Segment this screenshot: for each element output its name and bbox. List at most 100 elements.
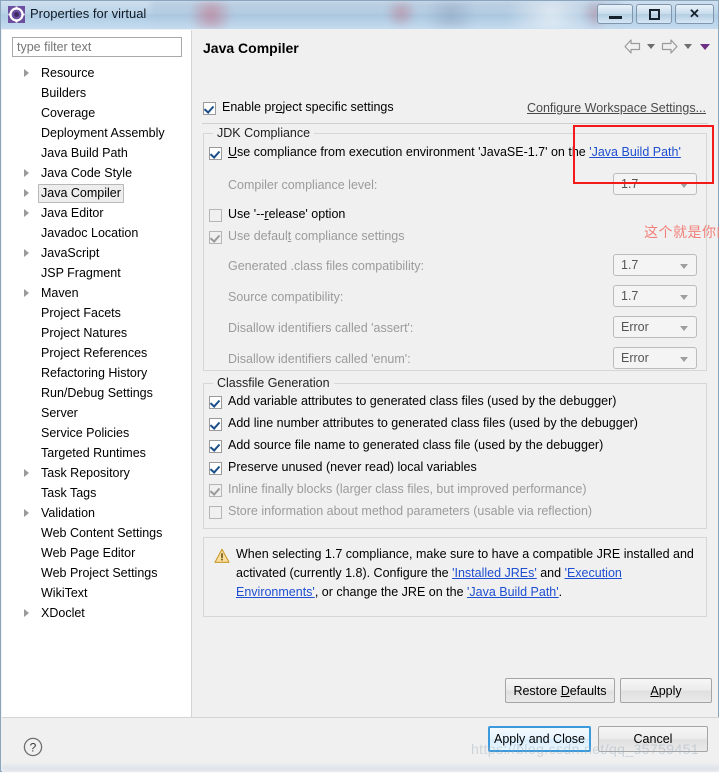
sidebar-item-builders[interactable]: Builders xyxy=(2,83,191,103)
chevron-down-icon xyxy=(680,264,688,269)
sidebar-item-web-content-settings[interactable]: Web Content Settings xyxy=(2,523,191,543)
sidebar-item-java-compiler[interactable]: Java Compiler xyxy=(2,183,191,203)
sidebar-item-server[interactable]: Server xyxy=(2,403,191,423)
navigation-controls[interactable] xyxy=(624,39,712,54)
sidebar-item-label: Targeted Runtimes xyxy=(41,446,146,460)
warning-part3: , or change the JRE on the xyxy=(314,585,467,599)
classfile-option-checkbox[interactable] xyxy=(209,396,222,409)
sidebar-item-java-build-path[interactable]: Java Build Path xyxy=(2,143,191,163)
chevron-down-icon xyxy=(680,295,688,300)
back-dropdown-icon[interactable] xyxy=(647,44,655,49)
help-question-icon[interactable]: ? xyxy=(23,737,43,757)
sidebar-item-deployment-assembly[interactable]: Deployment Assembly xyxy=(2,123,191,143)
sidebar-item-targeted-runtimes[interactable]: Targeted Runtimes xyxy=(2,443,191,463)
compiler-compliance-level-combo[interactable]: 1.7 xyxy=(613,173,697,195)
cancel-button[interactable]: Cancel xyxy=(598,726,708,752)
classfile-option-label: Inline finally blocks (larger class file… xyxy=(228,482,587,496)
sidebar-item-java-editor[interactable]: Java Editor xyxy=(2,203,191,223)
settings-tree[interactable]: Resource Builders Coverage Deployment Assem… xyxy=(2,63,191,703)
sidebar-item-service-policies[interactable]: Service Policies xyxy=(2,423,191,443)
sidebar-item-label: Web Project Settings xyxy=(41,566,158,580)
expand-arrow-icon[interactable] xyxy=(24,469,29,477)
expand-arrow-icon[interactable] xyxy=(24,69,29,77)
eclipse-properties-icon xyxy=(8,6,25,23)
back-arrow-icon[interactable] xyxy=(624,39,641,54)
installed-jres-link[interactable]: 'Installed JREs' xyxy=(452,566,537,580)
classfile-option-checkbox[interactable] xyxy=(209,440,222,453)
sidebar-item-run-debug-settings[interactable]: Run/Debug Settings xyxy=(2,383,191,403)
expand-arrow-icon[interactable] xyxy=(24,509,29,517)
sidebar-item-refactoring-history[interactable]: Refactoring History xyxy=(2,363,191,383)
sidebar-item-resource[interactable]: Resource xyxy=(2,63,191,83)
sidebar-item-label: Server xyxy=(41,406,78,420)
apply-and-close-button[interactable]: Apply and Close xyxy=(488,726,591,752)
enable-project-specific-checkbox[interactable] xyxy=(203,102,216,115)
sidebar-item-javascript[interactable]: JavaScript xyxy=(2,243,191,263)
expand-arrow-icon[interactable] xyxy=(24,169,29,177)
enable-project-specific-row: Enable project specific settings Configu… xyxy=(203,100,707,120)
sidebar-item-label: Javadoc Location xyxy=(41,226,139,240)
sidebar-item-label: Task Repository xyxy=(41,466,130,480)
classfile-generation-group: Classfile Generation Add variable attrib… xyxy=(203,376,707,529)
classfile-option-checkbox[interactable] xyxy=(209,484,222,497)
classfile-option-checkbox[interactable] xyxy=(209,462,222,475)
expand-arrow-icon[interactable] xyxy=(24,209,29,217)
classfile-option-row: Store information about method parameter… xyxy=(209,504,699,524)
header-separator xyxy=(202,123,708,124)
expand-arrow-icon[interactable] xyxy=(24,289,29,297)
use-release-option-checkbox[interactable] xyxy=(209,209,222,222)
disallow-enum-label: Disallow identifiers called 'enum': xyxy=(228,352,411,366)
expand-arrow-icon[interactable] xyxy=(24,609,29,617)
disallow-assert-combo[interactable]: Error xyxy=(613,316,697,338)
sidebar-item-validation[interactable]: Validation xyxy=(2,503,191,523)
sidebar-item-jsp-fragment[interactable]: JSP Fragment xyxy=(2,263,191,283)
use-execution-env-checkbox[interactable] xyxy=(209,147,222,160)
classfile-option-checkbox[interactable] xyxy=(209,418,222,431)
java-build-path-link-top[interactable]: 'Java Build Path' xyxy=(589,145,681,159)
sidebar-item-maven[interactable]: Maven xyxy=(2,283,191,303)
sidebar-item-label: JavaScript xyxy=(41,246,100,260)
apply-button[interactable]: Apply xyxy=(620,678,712,703)
sidebar-item-task-tags[interactable]: Task Tags xyxy=(2,483,191,503)
view-menu-icon[interactable] xyxy=(700,43,710,50)
sidebar-item-wikitext[interactable]: WikiText xyxy=(2,583,191,603)
minimize-button[interactable] xyxy=(597,4,633,24)
sidebar-item-label: WikiText xyxy=(41,586,88,600)
filter-input[interactable] xyxy=(12,37,182,57)
close-button[interactable]: ✕ xyxy=(675,4,714,24)
maximize-icon xyxy=(648,8,660,20)
forward-arrow-icon[interactable] xyxy=(661,39,678,54)
disallow-enum-combo[interactable]: Error xyxy=(613,347,697,369)
sidebar-item-task-repository[interactable]: Task Repository xyxy=(2,463,191,483)
configure-workspace-settings-link[interactable]: Configure Workspace Settings... xyxy=(527,101,706,115)
restore-defaults-button[interactable]: Restore Defaults xyxy=(505,678,615,703)
java-build-path-link-warning[interactable]: 'Java Build Path' xyxy=(467,585,559,599)
warning-triangle-icon xyxy=(214,548,230,563)
warning-part4: . xyxy=(558,585,563,599)
page-title: Java Compiler xyxy=(203,40,299,56)
use-release-option-label: Use '--release' option xyxy=(228,207,346,221)
minimize-icon xyxy=(608,15,622,19)
use-exec-text: se compliance from execution environment… xyxy=(237,145,590,159)
forward-dropdown-icon[interactable] xyxy=(684,44,692,49)
generated-class-compat-combo[interactable]: 1.7 xyxy=(613,254,697,276)
classfile-option-checkbox[interactable] xyxy=(209,506,222,519)
sidebar-item-javadoc-location[interactable]: Javadoc Location xyxy=(2,223,191,243)
sidebar-item-project-natures[interactable]: Project Natures xyxy=(2,323,191,343)
warning-part2: and xyxy=(536,566,565,580)
sidebar-item-label: Java Code Style xyxy=(41,166,133,180)
sidebar-item-java-code-style[interactable]: Java Code Style xyxy=(2,163,191,183)
sidebar-item-xdoclet[interactable]: XDoclet xyxy=(2,603,191,623)
source-compat-combo[interactable]: 1.7 xyxy=(613,285,697,307)
use-default-compliance-checkbox[interactable] xyxy=(209,231,222,244)
expand-arrow-icon[interactable] xyxy=(24,249,29,257)
sidebar-item-web-project-settings[interactable]: Web Project Settings xyxy=(2,563,191,583)
classfile-option-label: Store information about method parameter… xyxy=(228,504,593,518)
use-execution-env-label: Use compliance from execution environmen… xyxy=(228,145,681,159)
expand-arrow-icon[interactable] xyxy=(24,189,29,197)
sidebar-item-web-page-editor[interactable]: Web Page Editor xyxy=(2,543,191,563)
sidebar-item-project-references[interactable]: Project References xyxy=(2,343,191,363)
maximize-button[interactable] xyxy=(636,4,672,24)
sidebar-item-project-facets[interactable]: Project Facets xyxy=(2,303,191,323)
sidebar-item-coverage[interactable]: Coverage xyxy=(2,103,191,123)
